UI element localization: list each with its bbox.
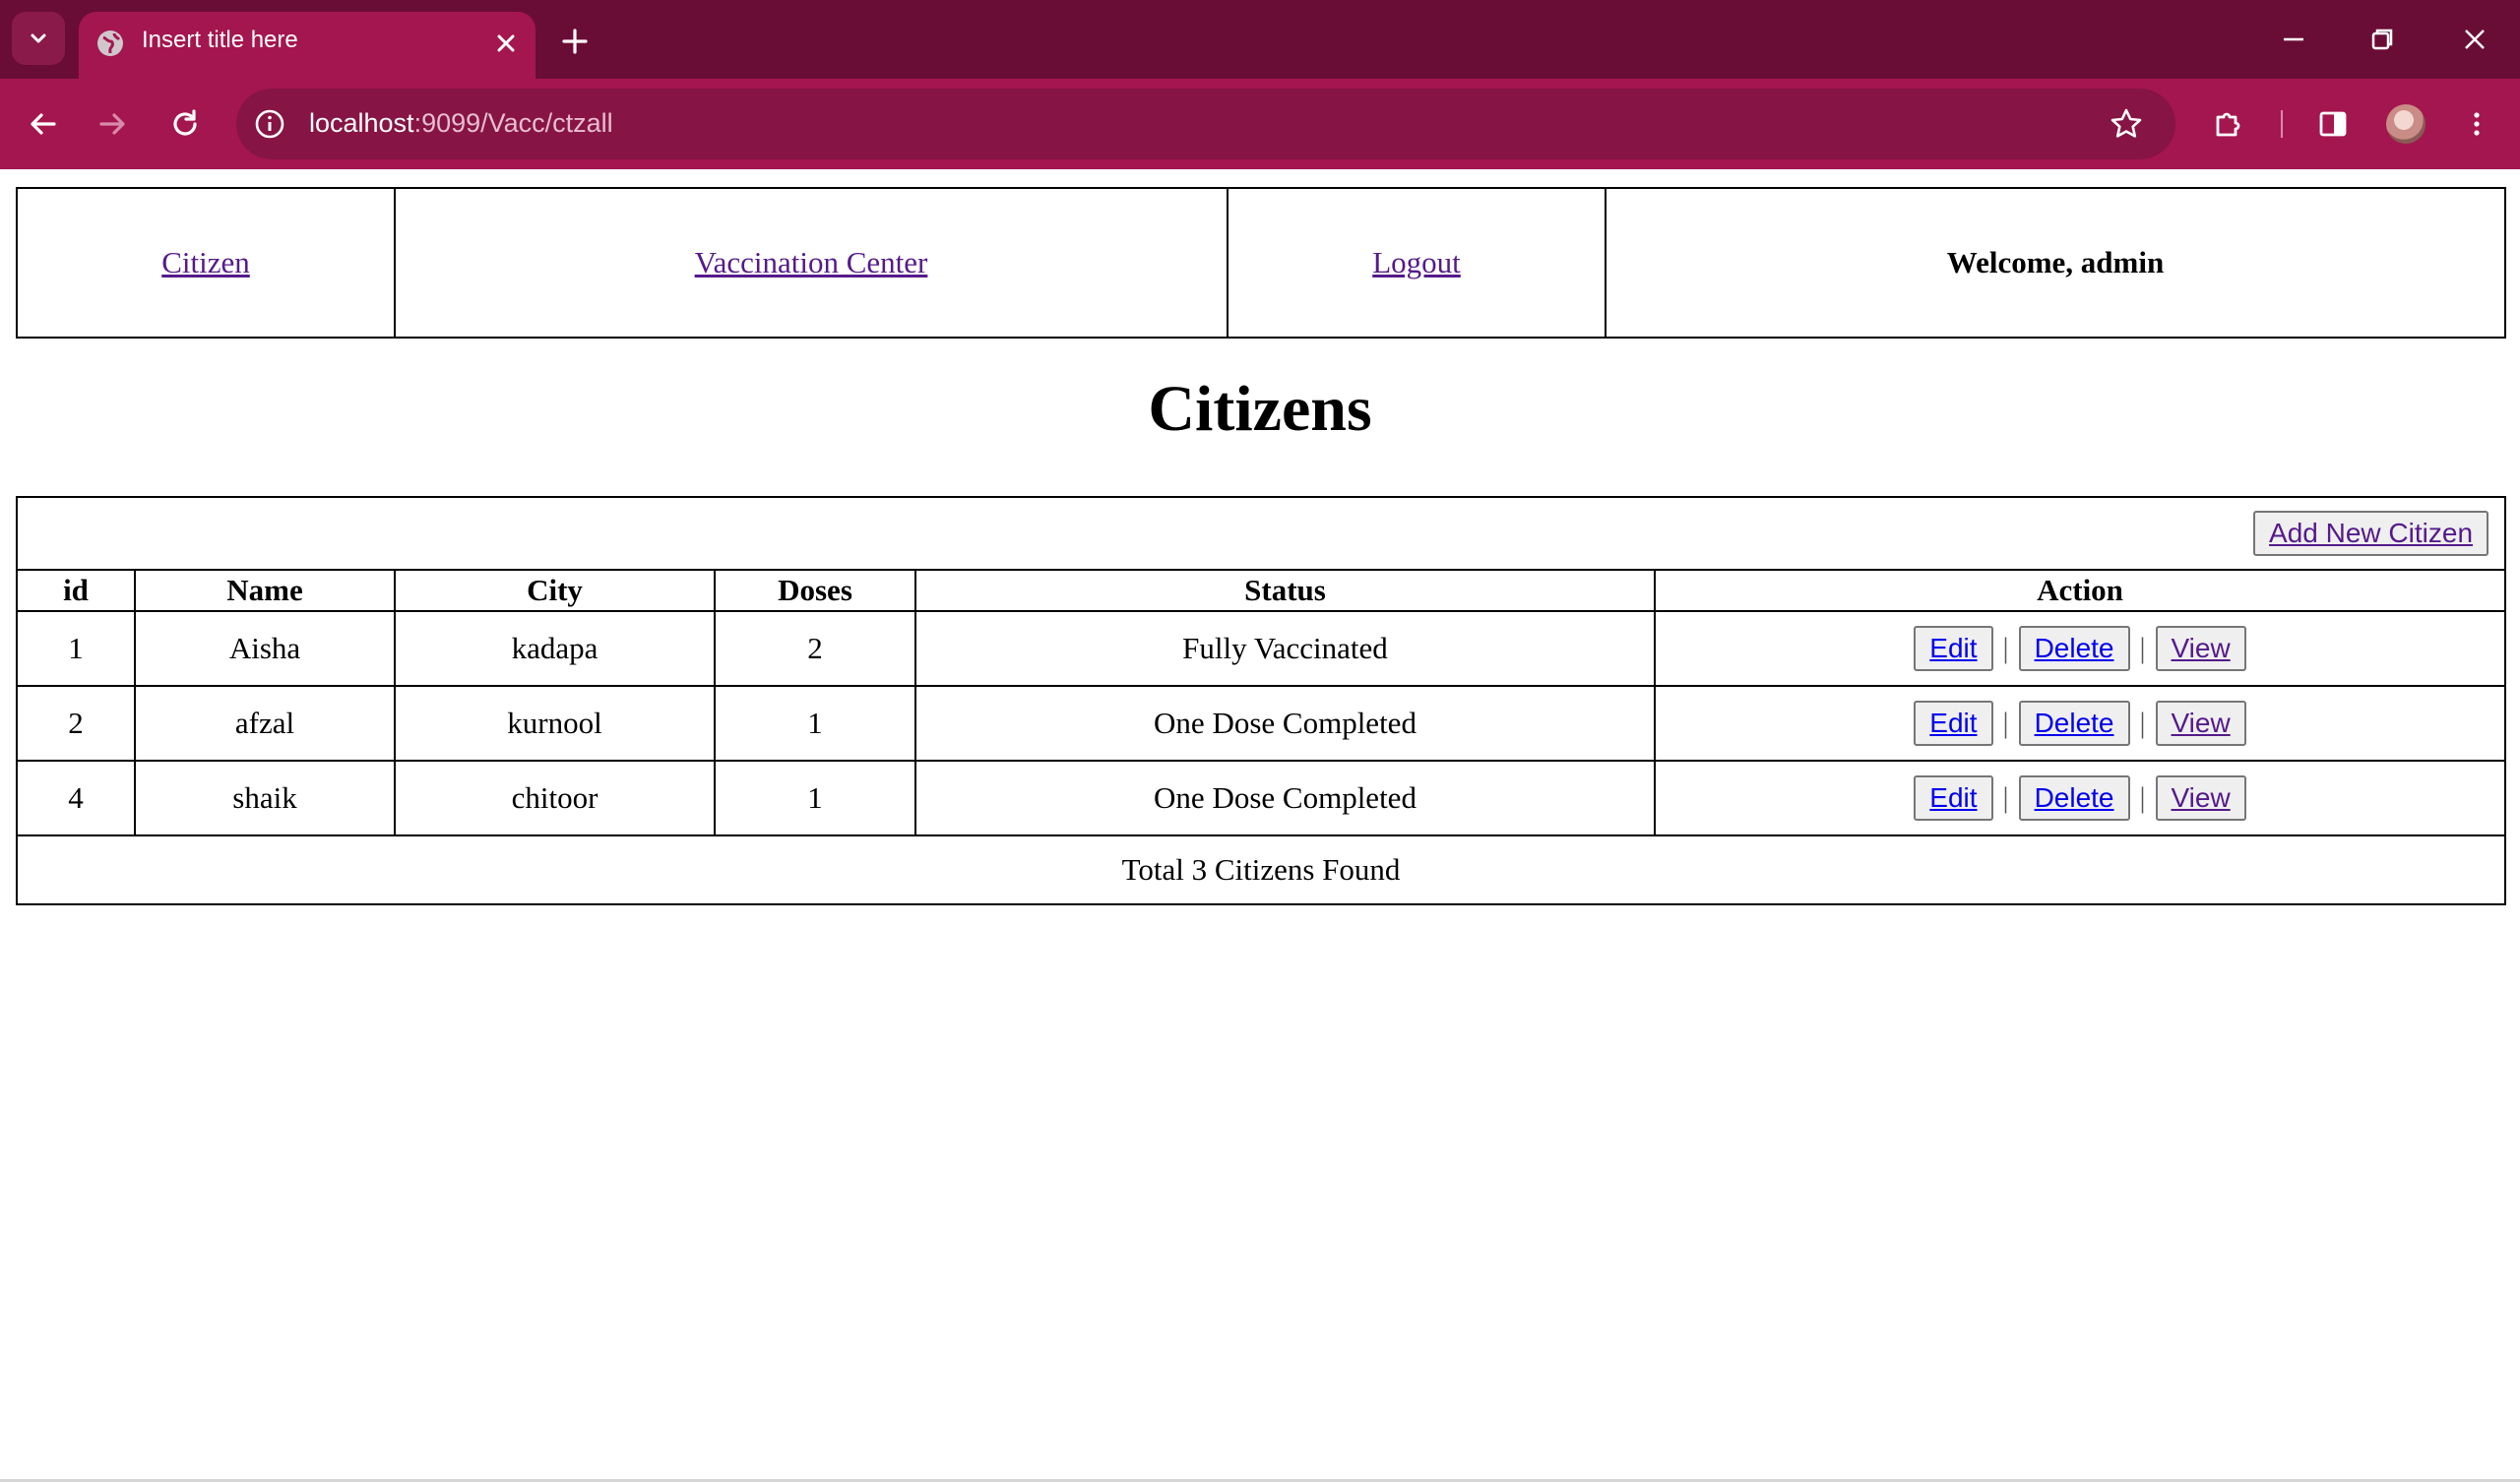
cell-doses: 1 [714, 760, 916, 836]
action-separator: | [2139, 632, 2146, 664]
minimize-icon[interactable] [2274, 20, 2313, 59]
reload-button[interactable] [161, 100, 209, 148]
action-separator: | [2139, 707, 2146, 739]
url-path: :9099/Vacc/ctzall [413, 108, 613, 138]
table-toolbar-row: Add New Citizen [15, 496, 2507, 571]
star-icon[interactable] [2107, 104, 2146, 144]
puzzle-icon [2216, 112, 2240, 137]
delete-button[interactable]: Delete [2018, 775, 2130, 821]
window-close-icon[interactable] [2455, 20, 2494, 59]
action-separator: | [2002, 632, 2009, 664]
side-panel-icon [2319, 111, 2347, 137]
address-bar[interactable]: localhost:9099/Vacc/ctzall [236, 89, 2175, 159]
top-nav-table: Citizen Vaccination Center Logout Welcom… [16, 187, 2506, 339]
edit-button[interactable]: Edit [1914, 626, 1993, 671]
delete-button[interactable]: Delete [2018, 626, 2130, 671]
column-header-city: City [394, 569, 716, 612]
action-separator: | [2002, 781, 2009, 814]
close-icon[interactable] [488, 26, 524, 61]
cell-name: Aisha [134, 610, 396, 687]
nav-cell-vaccination-center: Vaccination Center [394, 187, 1228, 339]
cell-doses: 1 [714, 685, 916, 762]
cell-city: kadapa [394, 610, 716, 687]
column-header-status: Status [914, 569, 1656, 612]
forward-button[interactable] [89, 100, 136, 148]
forward-arrow-icon [99, 113, 125, 135]
column-header-name: Name [134, 569, 396, 612]
edit-button[interactable]: Edit [1914, 775, 1993, 821]
action-separator: | [2139, 781, 2146, 814]
cell-id: 1 [16, 610, 136, 687]
column-header-id: id [16, 569, 136, 612]
tab-title: Insert title here [142, 27, 298, 53]
profile-avatar[interactable] [2386, 104, 2426, 144]
table-row: 1 Aisha kadapa 2 Fully Vaccinated Edit | D… [16, 610, 2507, 687]
cell-actions: Edit | Delete | View [1653, 610, 2507, 687]
cell-city: kurnool [394, 685, 716, 762]
browser-tab-strip: Insert title here [0, 0, 2520, 79]
vaccination-center-link[interactable]: Vaccination Center [695, 245, 928, 279]
table-total-row: Total 3 Citizens Found [15, 834, 2507, 905]
cell-name: afzal [134, 685, 396, 762]
side-panel-button[interactable] [2309, 100, 2357, 148]
action-separator: | [2002, 707, 2009, 739]
plus-icon[interactable] [555, 22, 595, 61]
browser-toolbar: localhost:9099/Vacc/ctzall [0, 79, 2520, 169]
cell-id: 4 [16, 760, 136, 836]
view-button[interactable]: View [2155, 626, 2246, 671]
page-title: Citizens [1148, 373, 1372, 445]
edit-button[interactable]: Edit [1914, 701, 1993, 746]
cell-status: One Dose Completed [914, 760, 1656, 836]
cell-actions: Edit | Delete | View [1653, 685, 2507, 762]
restore-icon[interactable] [2362, 20, 2402, 59]
browser-menu-button[interactable] [2453, 100, 2500, 148]
logout-link[interactable]: Logout [1372, 245, 1461, 279]
tab-search-button[interactable] [12, 12, 65, 65]
cell-status: Fully Vaccinated [914, 610, 1656, 687]
column-header-action: Action [1653, 569, 2507, 612]
back-button[interactable] [20, 100, 67, 148]
info-icon[interactable] [250, 104, 289, 144]
delete-button[interactable]: Delete [2018, 701, 2130, 746]
url-host: localhost [309, 108, 414, 138]
view-button[interactable]: View [2155, 701, 2246, 746]
back-arrow-icon [31, 113, 56, 135]
welcome-message: Welcome, admin [1605, 187, 2506, 339]
nav-cell-logout: Logout [1227, 187, 1606, 339]
table-row: 2 afzal kurnool 1 One Dose Completed Edi… [16, 685, 2507, 762]
chevron-down-icon [31, 33, 46, 43]
toolbar-divider [2281, 110, 2283, 138]
cell-id: 2 [16, 685, 136, 762]
total-citizens-text: Total 3 Citizens Found [15, 834, 2507, 905]
nav-cell-citizen: Citizen [16, 187, 396, 339]
cell-actions: Edit | Delete | View [1653, 760, 2507, 836]
column-header-doses: Doses [714, 569, 916, 612]
cell-doses: 2 [714, 610, 916, 687]
view-button[interactable]: View [2155, 775, 2246, 821]
cell-name: shaik [134, 760, 396, 836]
address-url: localhost:9099/Vacc/ctzall [309, 108, 613, 139]
table-header-row: id Name City Doses Status Action [16, 569, 2507, 612]
table-toolbar-cell: Add New Citizen [15, 496, 2507, 571]
reload-icon [173, 109, 197, 136]
cell-status: One Dose Completed [914, 685, 1656, 762]
browser-tab-active[interactable]: Insert title here [79, 12, 536, 79]
cell-city: chitoor [394, 760, 716, 836]
extensions-button[interactable] [2205, 100, 2252, 148]
citizen-link[interactable]: Citizen [161, 245, 250, 279]
globe-icon [97, 31, 123, 56]
kebab-menu-icon [2474, 112, 2480, 136]
citizens-table: Add New Citizen id Name City Doses Statu… [15, 496, 2507, 905]
table-row: 4 shaik chitoor 1 One Dose Completed Edi… [16, 760, 2507, 836]
add-new-citizen-button[interactable]: Add New Citizen [2253, 511, 2489, 556]
